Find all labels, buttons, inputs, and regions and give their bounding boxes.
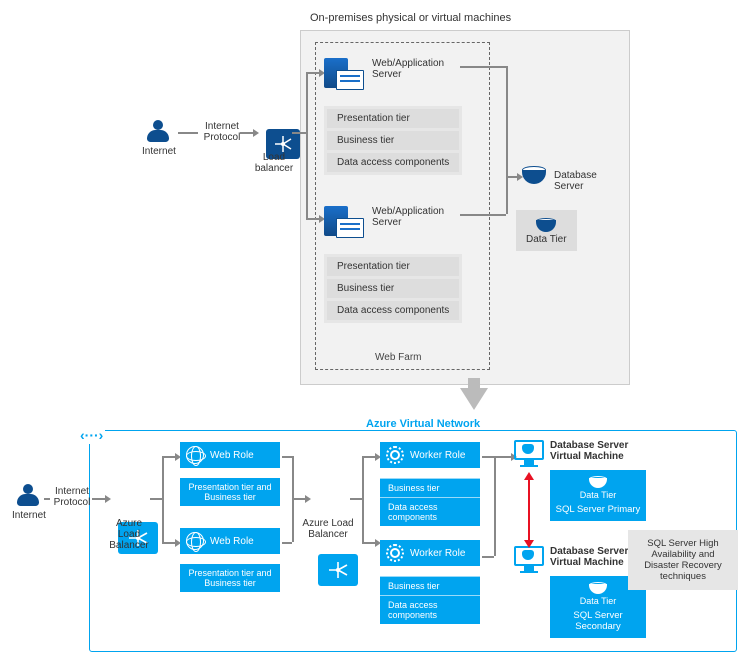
db-server-icon: [522, 166, 546, 184]
gear-icon: [386, 446, 404, 464]
app-server-1-label: Web/Application Server: [372, 58, 462, 80]
load-balancer-label: Load balancer: [254, 152, 294, 174]
worker-2-business: Business tier: [380, 576, 480, 595]
sql-ha-note: SQL Server High Availability and Disaste…: [628, 530, 738, 590]
tier-data-access: Data access components: [327, 301, 459, 320]
db-vm-2-icon: [514, 546, 544, 572]
gear-icon: [386, 544, 404, 562]
sql-primary-data-tier: Data Tier: [554, 490, 642, 500]
azure-vnet-title: Azure Virtual Network: [360, 418, 486, 430]
worker-1-business: Business tier: [380, 478, 480, 497]
tier-presentation: Presentation tier: [327, 257, 459, 276]
worker-role-1-label: Worker Role: [410, 450, 465, 461]
sql-primary-label: SQL Server Primary: [554, 504, 642, 515]
ha-replication-arrow-icon: [528, 478, 530, 542]
app-server-2-label: Web/Application Server: [372, 206, 462, 228]
azure-lb-2-label: Azure Load Balancer: [302, 518, 354, 540]
db-vm-2-label: Database Server Virtual Machine: [550, 546, 640, 568]
tier-business: Business tier: [327, 131, 459, 150]
web-role-2-label: Web Role: [210, 536, 254, 547]
worker-role-1-tiers: Business tier Data access components: [380, 478, 480, 526]
sql-secondary-data-tier: Data Tier: [554, 596, 642, 606]
worker-role-2-label: Worker Role: [410, 548, 465, 559]
worker-2-data-access: Data access components: [380, 595, 480, 624]
web-role-1-label: Web Role: [210, 450, 254, 461]
azure-lb-2-icon: [318, 554, 358, 586]
globe-icon: [186, 532, 204, 550]
app-server-1-tiers: Presentation tier Business tier Data acc…: [324, 106, 462, 175]
sql-secondary-label: SQL Server Secondary: [554, 610, 642, 632]
db-server-label: Database Server: [554, 170, 609, 192]
data-tier-label: Data Tier: [526, 234, 567, 245]
worker-role-2-tiers: Business tier Data access components: [380, 576, 480, 624]
tier-business: Business tier: [327, 279, 459, 298]
tier-presentation: Presentation tier: [327, 109, 459, 128]
azure-ip-label: Internet Protocol: [50, 486, 94, 508]
azure-internet-label: Internet: [12, 510, 46, 521]
azure-vnet-tag-icon: ···: [78, 426, 105, 444]
worker-1-data-access: Data access components: [380, 497, 480, 526]
app-server-2-tiers: Presentation tier Business tier Data acc…: [324, 254, 462, 323]
internet-protocol-label: Internet Protocol: [200, 121, 244, 143]
web-role-2: Web Role: [180, 528, 280, 554]
internet-label: Internet: [142, 146, 176, 157]
onprem-title: On-premises physical or virtual machines: [310, 12, 511, 24]
azure-lb-1-label: Azure Load Balancer: [104, 518, 154, 551]
internet-user-icon: [146, 120, 170, 144]
globe-icon: [186, 446, 204, 464]
app-server-1-icon: [324, 50, 364, 92]
worker-role-1: Worker Role: [380, 442, 480, 468]
azure-internet-user-icon: [16, 484, 40, 508]
data-tier-box: Data Tier: [516, 210, 577, 251]
web-role-1-tier: Presentation tier and Business tier: [180, 478, 280, 506]
worker-role-2: Worker Role: [380, 540, 480, 566]
web-role-2-tier: Presentation tier and Business tier: [180, 564, 280, 592]
db-vm-1-icon: [514, 440, 544, 466]
webfarm-label: Web Farm: [375, 352, 422, 363]
sql-primary: Data Tier SQL Server Primary: [550, 470, 646, 521]
db-vm-1-label: Database Server Virtual Machine: [550, 440, 640, 462]
web-role-1: Web Role: [180, 442, 280, 468]
tier-data-access: Data access components: [327, 153, 459, 172]
app-server-2-icon: [324, 198, 364, 240]
migration-arrow-head-icon: [460, 388, 488, 410]
